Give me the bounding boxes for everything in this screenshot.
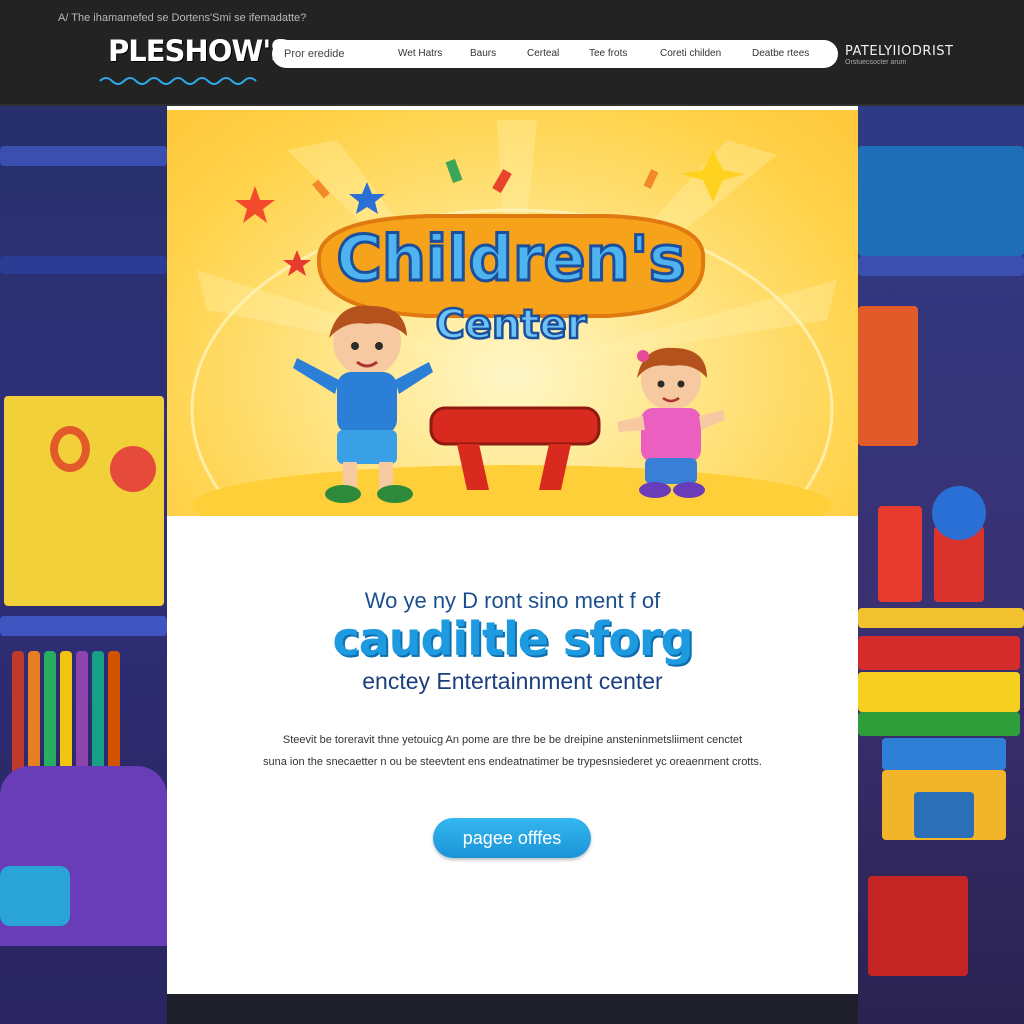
- star-icon: [283, 250, 311, 276]
- shelf-mid-left: [0, 256, 167, 274]
- subheadline: enctey Entertainnment center: [362, 668, 663, 694]
- tagline: Wo ye ny D ront sino ment f of: [364, 588, 661, 613]
- top-bar: A/ The ihamamefed se Dortens'Smi se ifem…: [0, 0, 1024, 106]
- search-input[interactable]: [272, 40, 382, 68]
- block-blue: [882, 738, 1006, 770]
- block-green: [858, 712, 1020, 736]
- hero-title-line2: Center: [436, 302, 587, 348]
- body-text-line-2: suna ion the snecaetter n ou be steevten…: [263, 756, 762, 768]
- block-yellow: [858, 672, 1020, 712]
- confetti: [445, 158, 463, 184]
- hero-illustration: Children's Center: [190, 120, 837, 516]
- hero-banner: Children's Center: [167, 110, 858, 516]
- red-table: [429, 406, 601, 446]
- toy-ball-cluster: [932, 486, 986, 540]
- nav-link-4[interactable]: Tee frots: [589, 48, 627, 59]
- playroom-right-background: [858, 106, 1024, 1024]
- shelf-lower-left: [0, 616, 167, 636]
- playroom-left-background: [0, 106, 167, 1024]
- toy-container-red: [878, 506, 922, 602]
- brand-name: PATELYIIODRIST: [845, 44, 954, 59]
- confetti: [643, 169, 659, 189]
- top-caption: A/ The ihamamefed se Dortens'Smi se ifem…: [58, 12, 307, 24]
- blue-cushion: [0, 866, 70, 926]
- toy-poster: [4, 396, 164, 606]
- nav-link-6[interactable]: Deatbe rtees: [752, 48, 809, 59]
- site-logo[interactable]: PLESHOW'S: [108, 34, 291, 68]
- brand-subtitle: Orstuecsocter arum: [845, 59, 907, 66]
- body-text-line-1: Steevit be toreravit thne yetouicg An po…: [282, 734, 743, 746]
- logo-squiggle-decoration: [99, 77, 257, 85]
- nav-link-2[interactable]: Baurs: [470, 48, 496, 59]
- toy-stack: [858, 306, 918, 446]
- nav-link-5[interactable]: Coreti childen: [660, 48, 721, 59]
- nav-bar: Wet Hatrs Baurs Certeal Tee frots Coreti…: [272, 40, 838, 68]
- main-panel: Children's Center Wo ye ny D ront sino m…: [167, 106, 858, 994]
- block-red: [858, 636, 1020, 670]
- shelf-top-right: [858, 256, 1024, 276]
- nav-link-3[interactable]: Certeal: [527, 48, 559, 59]
- toy-box-red: [868, 876, 968, 976]
- blue-cabinet: [858, 146, 1024, 256]
- headline: caudiltle sforg: [332, 612, 693, 666]
- stage-floor: [192, 465, 832, 516]
- hero-title-line1: Children's: [336, 222, 685, 295]
- toy-ball: [110, 446, 156, 492]
- toy-number-decoration: [50, 426, 90, 472]
- cta-button[interactable]: pagee offfes: [433, 818, 591, 858]
- nav-link-1[interactable]: Wet Hatrs: [398, 48, 442, 59]
- toy-chest-panel: [914, 792, 974, 838]
- shelf-top-left: [0, 146, 167, 166]
- star-icon: [235, 186, 275, 223]
- shelf-yellow: [858, 608, 1024, 628]
